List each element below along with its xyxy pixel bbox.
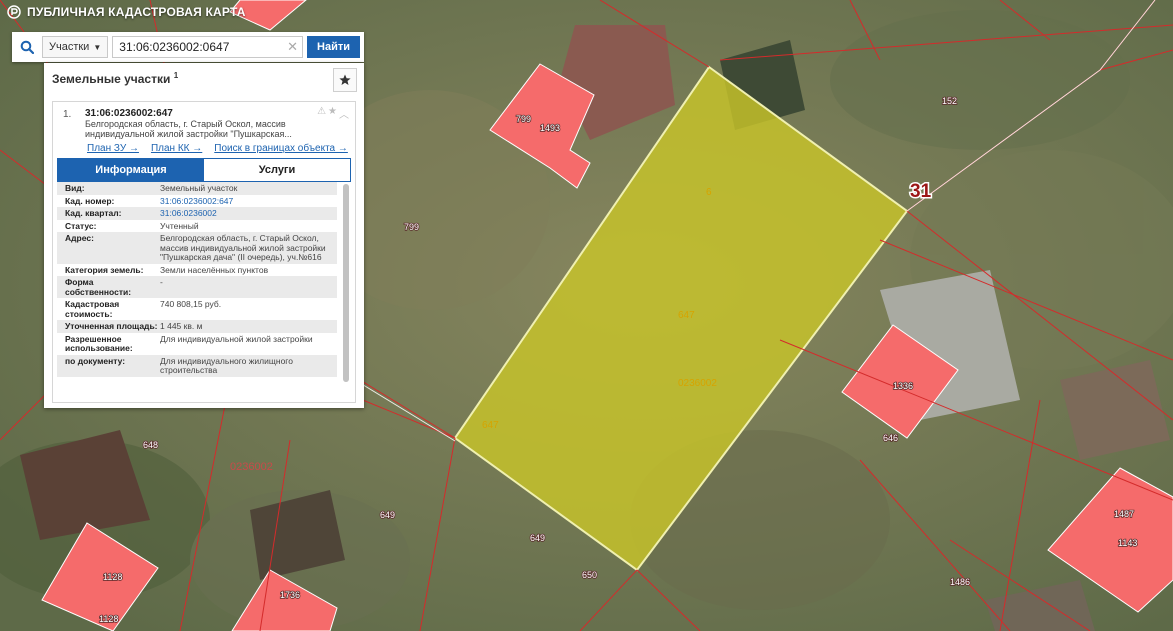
info-row: Форма собственности: - bbox=[57, 276, 337, 298]
info-row: Кадастровая стоимость: 740 808,15 руб. bbox=[57, 298, 337, 320]
label-1128a: 1128 bbox=[103, 572, 122, 582]
label-646: 646 bbox=[883, 433, 898, 443]
info-value: Учтенный bbox=[160, 220, 199, 231]
info-value: Для индивидуальной жилой застройки bbox=[160, 333, 313, 344]
info-value-link[interactable]: 31:06:0236002 bbox=[160, 208, 337, 219]
label-799b: 799 bbox=[404, 222, 419, 232]
card-links: План ЗУ → План КК → Поиск в границах объ… bbox=[87, 143, 348, 154]
info-row: Вид: Земельный участок bbox=[57, 182, 337, 195]
plan-zu-link[interactable]: План ЗУ → bbox=[87, 143, 139, 154]
info-table: Вид: Земельный участок Кад. номер: 31:06:0… bbox=[57, 182, 337, 396]
info-key: Кад. номер: bbox=[65, 195, 115, 206]
label-647b: 647 bbox=[482, 420, 499, 431]
info-row: по документу: Для индивидуального жилищно… bbox=[57, 354, 337, 377]
label-1336: 1336 bbox=[893, 381, 913, 391]
label-648: 648 bbox=[143, 440, 158, 450]
info-row: Адрес: Белгородская область, г. Старый Ос… bbox=[57, 232, 337, 264]
favorite-button[interactable] bbox=[333, 68, 357, 92]
panel-header: Земельные участки 1 bbox=[44, 63, 364, 93]
info-value: Белгородская область, г. Старый Оскол, м… bbox=[160, 233, 326, 262]
label-quarter-1: 0236002 bbox=[678, 378, 717, 389]
info-row: Разрешенное использование: Для индивидуал… bbox=[57, 333, 337, 355]
search-field: ✕ bbox=[112, 36, 304, 58]
info-key: Статус: bbox=[65, 220, 97, 231]
label-31: 31 bbox=[910, 181, 932, 202]
info-key: Разрешенное использование: bbox=[65, 333, 133, 353]
search-bar: Участки ▼ ✕ Найти bbox=[12, 32, 364, 62]
label-1486: 1486 bbox=[950, 577, 970, 587]
card-tools: ⚠ ★ ︿ bbox=[317, 106, 349, 121]
search-icon[interactable] bbox=[12, 32, 42, 62]
find-button[interactable]: Найти bbox=[307, 36, 360, 58]
info-row: Кад. квартал: 31:06:0236002 bbox=[57, 207, 337, 220]
label-1143: 1143 bbox=[1118, 538, 1137, 548]
result-count: 1 bbox=[173, 70, 179, 80]
info-value: Земельный участок bbox=[160, 183, 238, 193]
result-cad-number[interactable]: 31:06:0236002:647 bbox=[85, 108, 173, 119]
info-scrollbar[interactable] bbox=[343, 184, 349, 382]
info-tabs: Информация Услуги bbox=[57, 158, 351, 182]
info-key: Адрес: bbox=[65, 233, 94, 243]
pkk-logo-icon bbox=[7, 5, 21, 19]
label-647a: 647 bbox=[678, 310, 695, 321]
label-1493: 1493 bbox=[540, 123, 560, 133]
info-key: Кадастровая стоимость: bbox=[65, 299, 120, 319]
label-799a: 799 bbox=[516, 114, 531, 124]
collapse-icon[interactable]: ︿ bbox=[339, 106, 349, 121]
app-title: ПУБЛИЧНАЯ КАДАСТРОВАЯ КАРТА bbox=[27, 5, 246, 19]
label-1736: 1736 bbox=[280, 590, 300, 600]
info-key: Категория земель: bbox=[65, 264, 144, 275]
search-type-select[interactable]: Участки ▼ bbox=[42, 36, 109, 58]
search-in-bounds-link[interactable]: Поиск в границах объекта → bbox=[214, 143, 348, 154]
info-key: Кад. квартал: bbox=[65, 208, 122, 218]
star-outline-icon[interactable]: ★ bbox=[328, 106, 337, 121]
result-card-header: 1. 31:06:0236002:647 Белгородская област… bbox=[53, 102, 355, 158]
scrollbar-thumb[interactable] bbox=[343, 184, 349, 382]
info-value: 740 808,15 руб. bbox=[160, 299, 222, 309]
label-649a: 649 bbox=[380, 510, 395, 520]
label-1487: 1487 bbox=[1114, 509, 1134, 519]
search-type-label: Участки bbox=[49, 41, 90, 53]
label-6: 6 bbox=[706, 187, 712, 198]
info-value: Земли населённых пунктов bbox=[160, 264, 269, 275]
result-number: 1. bbox=[63, 109, 72, 120]
warning-icon[interactable]: ⚠ bbox=[317, 106, 326, 121]
search-input[interactable] bbox=[117, 39, 288, 55]
label-quarter-2: 0236002 bbox=[230, 461, 273, 473]
label-649b: 649 bbox=[530, 533, 545, 543]
info-key: Форма собственности: bbox=[65, 277, 132, 297]
info-key: по документу: bbox=[65, 355, 126, 366]
info-key: Вид: bbox=[65, 183, 85, 193]
info-value: - bbox=[160, 277, 163, 287]
tab-information[interactable]: Информация bbox=[58, 159, 204, 181]
results-panel: Земельные участки 1 1. 31:06:0236002:647… bbox=[44, 63, 364, 408]
label-1128b: 1128 bbox=[99, 614, 118, 624]
app-header: ПУБЛИЧНАЯ КАДАСТРОВАЯ КАРТА bbox=[0, 0, 267, 24]
info-key: Уточненная площадь: bbox=[65, 321, 158, 331]
label-152: 152 bbox=[942, 96, 957, 106]
plan-kk-link[interactable]: План КК → bbox=[151, 143, 202, 154]
info-row: Уточненная площадь: 1 445 кв. м bbox=[57, 320, 337, 333]
caret-down-icon: ▼ bbox=[93, 42, 102, 52]
clear-icon[interactable]: ✕ bbox=[287, 39, 298, 55]
tab-services[interactable]: Услуги bbox=[204, 159, 350, 181]
info-value: Для индивидуального жилищного строительс… bbox=[160, 355, 293, 375]
info-row: Кад. номер: 31:06:0236002:647 bbox=[57, 195, 337, 208]
panel-title: Земельные участки 1 bbox=[52, 71, 178, 86]
label-650: 650 bbox=[582, 570, 597, 580]
info-row: Категория земель: Земли населённых пункто… bbox=[57, 264, 337, 277]
panel-title-text: Земельные участки bbox=[52, 71, 171, 86]
result-card[interactable]: 1. 31:06:0236002:647 Белгородская област… bbox=[52, 101, 356, 403]
info-value-link[interactable]: 31:06:0236002:647 bbox=[160, 196, 337, 207]
info-value: 1 445 кв. м bbox=[160, 321, 203, 331]
star-icon bbox=[339, 74, 351, 85]
result-address: Белгородская область, г. Старый Оскол, м… bbox=[85, 119, 292, 139]
info-row: Статус: Учтенный bbox=[57, 220, 337, 233]
